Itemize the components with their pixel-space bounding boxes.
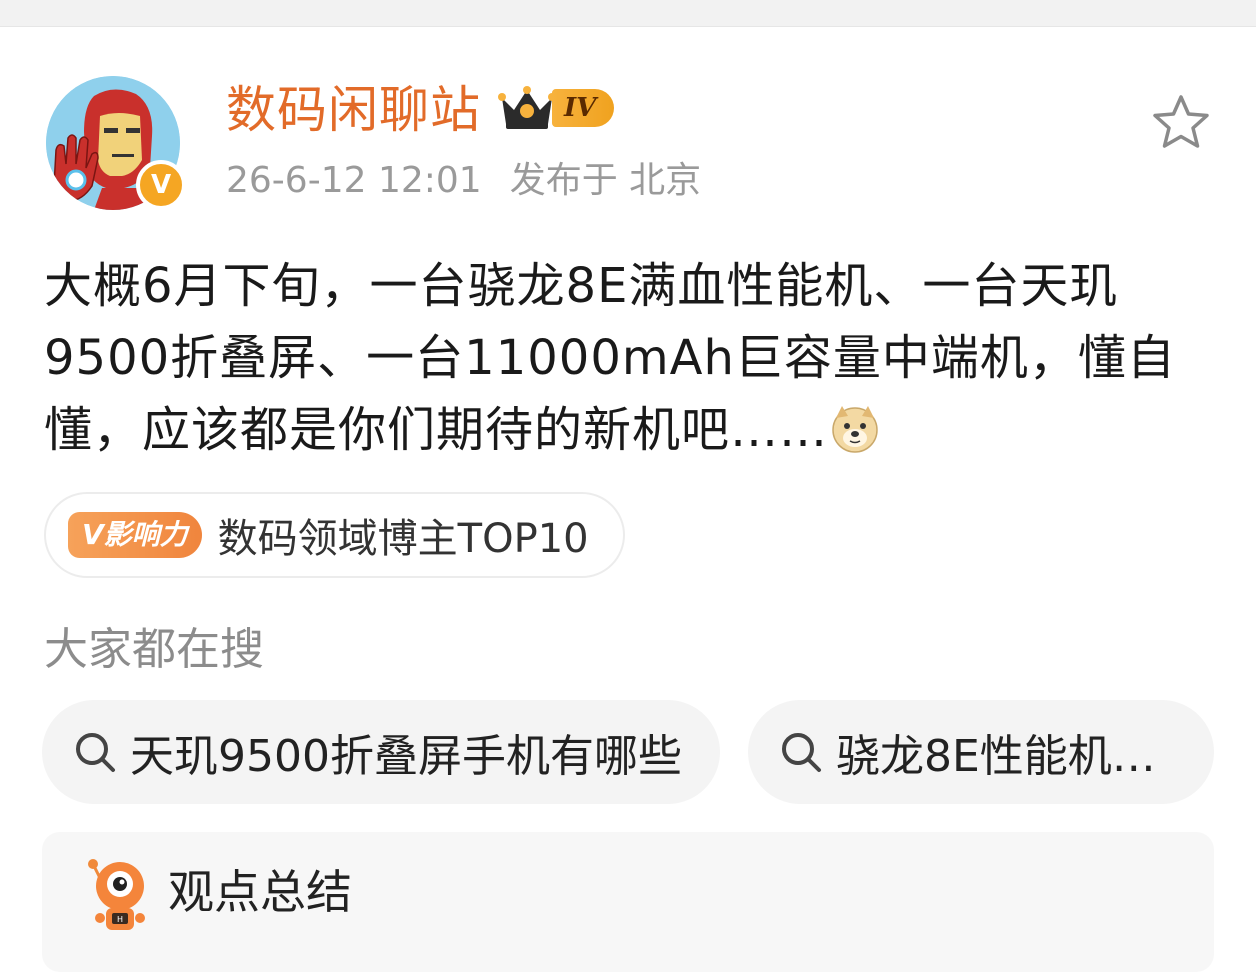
post-text-content: 大概6月下旬，一台骁龙8E满血性能机、一台天玑9500折叠屏、一台11000mA… xyxy=(44,258,1176,458)
search-icon xyxy=(76,733,115,772)
post-time: 26-6-12 12:01 xyxy=(226,160,482,201)
verified-badge: V xyxy=(136,160,186,210)
influence-text: 数码领域博主TOP10 xyxy=(217,516,589,562)
post-meta: 26-6-12 12:01 发布于 北京 xyxy=(226,156,701,206)
level-label: IV xyxy=(552,89,615,127)
post-text: 大概6月下旬，一台骁龙8E满血性能机、一台天玑9500折叠屏、一台11000mA… xyxy=(44,250,1219,466)
summary-title: 观点总结 xyxy=(168,865,352,919)
doge-emoji-icon xyxy=(832,406,878,453)
username[interactable]: 数码闲聊站 xyxy=(226,80,481,140)
post-location: 发布于 北京 xyxy=(509,160,702,201)
top-strip xyxy=(0,0,1256,27)
star-icon[interactable] xyxy=(1150,92,1212,152)
trending-search-chip[interactable]: 骁龙8E性能机… xyxy=(748,700,1214,804)
summary-card[interactable]: H 观点总结 xyxy=(42,832,1214,972)
influence-tag: V影响力 xyxy=(68,512,202,558)
trending-search-chip[interactable]: 天玑9500折叠屏手机有哪些 xyxy=(42,700,720,804)
search-icon xyxy=(782,733,821,772)
avatar[interactable]: V xyxy=(46,76,186,210)
trending-search-text: 骁龙8E性能机… xyxy=(836,731,1156,782)
trending-label: 大家都在搜 xyxy=(44,624,264,675)
level-badge[interactable]: IV xyxy=(498,84,615,132)
verified-badge-label: V xyxy=(150,170,172,200)
svg-text:H: H xyxy=(117,915,123,924)
influence-pill[interactable]: V影响力 数码领域博主TOP10 xyxy=(44,492,625,578)
trending-search-text: 天玑9500折叠屏手机有哪些 xyxy=(130,731,682,782)
crown-icon xyxy=(498,86,556,129)
robot-mascot-icon: H xyxy=(88,859,145,930)
